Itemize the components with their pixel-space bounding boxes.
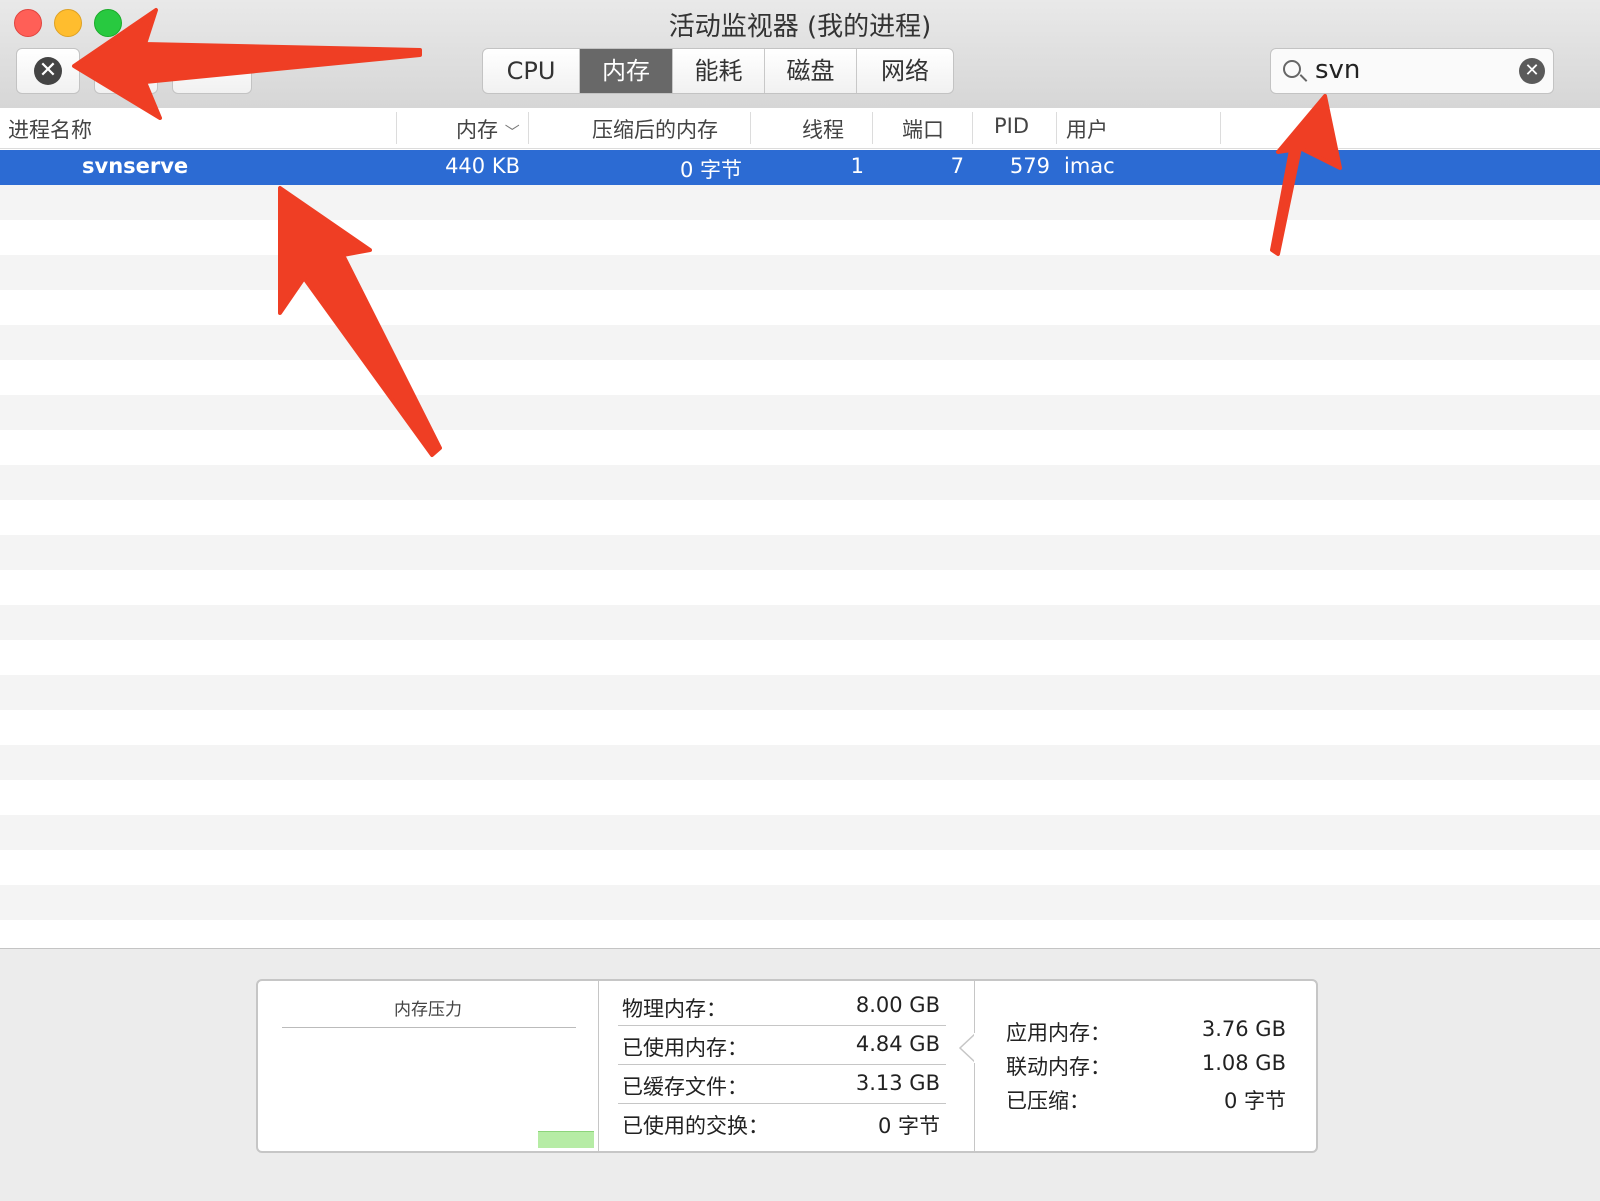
empty-row <box>0 605 1600 640</box>
sort-chevron-down-icon: ﹀ <box>504 123 520 141</box>
inspect-process-button[interactable] <box>94 48 158 94</box>
stat-physical-memory: 物理内存： 8.00 GB <box>618 987 946 1026</box>
tab-energy[interactable]: 能耗 <box>673 49 765 93</box>
empty-row <box>0 430 1600 465</box>
empty-row <box>0 885 1600 920</box>
stat-value: 1.08 GB <box>1201 1051 1286 1075</box>
column-user[interactable]: 用户 <box>1066 114 1108 144</box>
search-field[interactable]: svn ✕ <box>1270 48 1554 94</box>
stat-app-memory: 应用内存： 3.76 GB <box>1006 1015 1286 1049</box>
empty-row <box>0 745 1600 780</box>
stat-used-memory: 已使用内存： 4.84 GB <box>618 1026 946 1065</box>
process-pid: 579 <box>1009 154 1050 178</box>
empty-row <box>0 850 1600 885</box>
stat-label: 联动内存： <box>1006 1055 1111 1079</box>
quit-process-button[interactable]: ✕ <box>16 48 80 94</box>
process-compressed: 0 字节 <box>679 158 742 182</box>
stat-value: 0 字节 <box>1223 1089 1286 1113</box>
empty-row <box>0 570 1600 605</box>
empty-row <box>0 395 1600 430</box>
column-memory[interactable]: 内存 ﹀ <box>456 114 520 144</box>
clear-search-icon[interactable]: ✕ <box>1519 58 1545 84</box>
column-memory-label: 内存 <box>456 118 498 142</box>
column-pid[interactable]: PID <box>994 114 1029 138</box>
disclosure-notch-icon <box>958 1033 976 1063</box>
empty-row <box>0 290 1600 325</box>
stat-label: 物理内存： <box>622 997 727 1021</box>
stat-value: 8.00 GB <box>855 993 940 1017</box>
title-bar: 活动监视器 (我的进程) ✕ CPU 内存 能耗 磁盘 网络 svn ✕ <box>0 0 1600 109</box>
empty-row <box>0 255 1600 290</box>
memory-pressure-graph: 内存压力 <box>258 981 599 1151</box>
action-menu-button[interactable] <box>172 48 252 94</box>
table-row[interactable]: svnserve 440 KB 0 字节 1 7 579 imac <box>0 150 1600 185</box>
empty-row <box>0 815 1600 850</box>
empty-row <box>0 920 1600 948</box>
memory-detail-stats: 应用内存： 3.76 GB 联动内存： 1.08 GB 已压缩： 0 字节 <box>1006 1015 1286 1117</box>
empty-row <box>0 500 1600 535</box>
activity-monitor-window: 活动监视器 (我的进程) ✕ CPU 内存 能耗 磁盘 网络 svn ✕ 进程名… <box>0 0 1600 1201</box>
panel-divider <box>974 981 975 1151</box>
process-ports: 7 <box>950 154 964 178</box>
category-tabs: CPU 内存 能耗 磁盘 网络 <box>482 48 954 94</box>
tab-memory[interactable]: 内存 <box>580 49 673 93</box>
table-header: 进程名称 内存 ﹀ 压缩后的内存 线程 端口 PID 用户 <box>0 108 1600 149</box>
empty-row <box>0 220 1600 255</box>
stat-swap-used: 已使用的交换： 0 字节 <box>618 1104 946 1142</box>
stat-label: 已缓存文件： <box>622 1075 748 1099</box>
process-name: svnserve <box>82 154 189 178</box>
stat-value: 0 字节 <box>877 1114 940 1138</box>
memory-pressure-title: 内存压力 <box>394 1000 462 1020</box>
memory-summary-panel: 内存压力 物理内存： 8.00 GB 已使用内存： 4.84 GB 已缓存文件：… <box>256 979 1318 1153</box>
column-threads[interactable]: 线程 <box>802 114 844 144</box>
empty-row <box>0 465 1600 500</box>
empty-row <box>0 185 1600 220</box>
column-process-name[interactable]: 进程名称 <box>8 114 92 144</box>
pressure-divider <box>282 1027 576 1028</box>
empty-row <box>0 710 1600 745</box>
stat-label: 已使用的交换： <box>622 1114 769 1138</box>
search-icon <box>1283 60 1301 78</box>
stat-compressed: 已压缩： 0 字节 <box>1006 1083 1286 1117</box>
stat-label: 已压缩： <box>1006 1089 1090 1113</box>
process-table: svnserve 440 KB 0 字节 1 7 579 imac <box>0 150 1600 948</box>
process-threads: 1 <box>850 154 864 178</box>
close-x-icon: ✕ <box>34 57 62 85</box>
memory-stats: 物理内存： 8.00 GB 已使用内存： 4.84 GB 已缓存文件： 3.13… <box>618 987 946 1142</box>
stat-wired-memory: 联动内存： 1.08 GB <box>1006 1049 1286 1083</box>
window-title: 活动监视器 (我的进程) <box>668 12 932 42</box>
empty-row <box>0 640 1600 675</box>
empty-row <box>0 535 1600 570</box>
column-compressed-memory[interactable]: 压缩后的内存 <box>592 114 718 144</box>
stat-cached-files: 已缓存文件： 3.13 GB <box>618 1065 946 1104</box>
tab-disk[interactable]: 磁盘 <box>765 49 857 93</box>
empty-row <box>0 325 1600 360</box>
stat-label: 应用内存： <box>1006 1021 1111 1045</box>
pressure-level-bar <box>538 1131 594 1148</box>
stat-label: 已使用内存： <box>622 1036 748 1060</box>
empty-row <box>0 780 1600 815</box>
search-input[interactable]: svn <box>1315 55 1360 85</box>
column-ports[interactable]: 端口 <box>902 114 944 144</box>
tab-network[interactable]: 网络 <box>857 49 953 93</box>
stat-value: 3.13 GB <box>855 1071 940 1095</box>
memory-summary-area: 内存压力 物理内存： 8.00 GB 已使用内存： 4.84 GB 已缓存文件：… <box>0 948 1600 1201</box>
stat-value: 4.84 GB <box>855 1032 940 1056</box>
empty-row <box>0 360 1600 395</box>
stat-value: 3.76 GB <box>1201 1017 1286 1041</box>
process-user: imac <box>1064 154 1115 178</box>
process-memory: 440 KB <box>445 154 520 178</box>
tab-cpu[interactable]: CPU <box>483 49 580 93</box>
empty-row <box>0 675 1600 710</box>
